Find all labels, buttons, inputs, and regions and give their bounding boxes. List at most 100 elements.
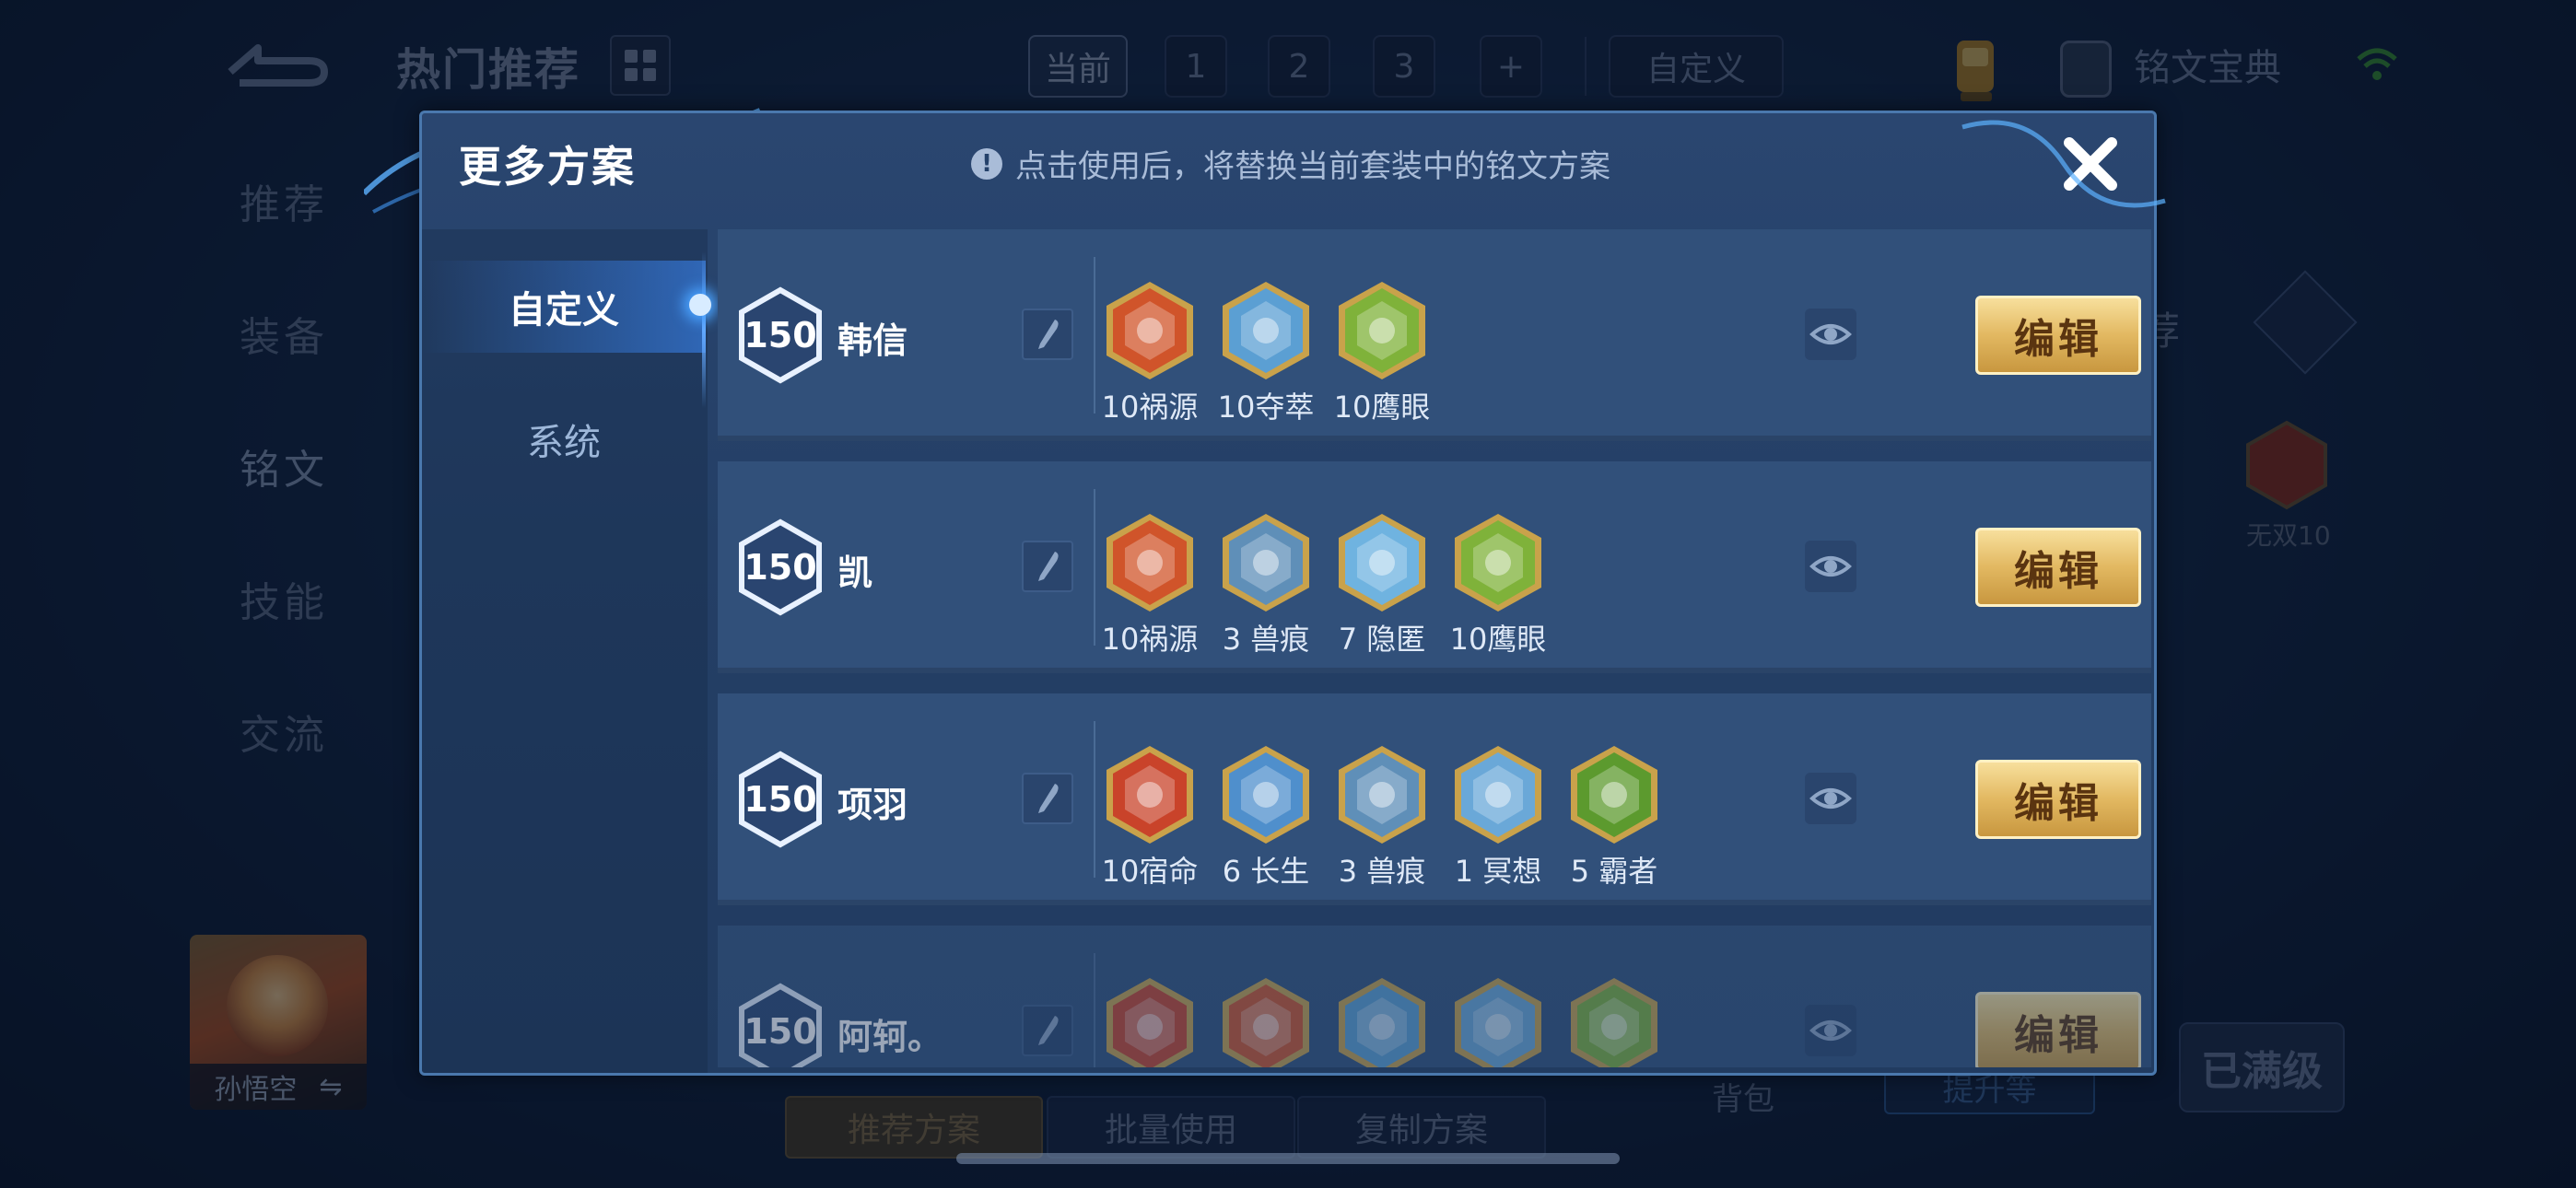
hero-portrait xyxy=(227,955,328,1056)
side-nav-item-skills[interactable]: 技能 xyxy=(240,569,328,628)
red-rune-icon[interactable] xyxy=(1219,975,1313,1067)
edit-button[interactable]: 编辑 xyxy=(1975,528,2141,607)
red-rune-icon[interactable] xyxy=(1103,511,1197,614)
close-icon xyxy=(2064,137,2117,191)
eye-icon xyxy=(1809,788,1852,809)
red-rune-icon xyxy=(1223,978,1309,1067)
eye-icon xyxy=(1809,324,1852,344)
plan-name: 项羽 xyxy=(837,785,908,825)
side-nav-item-chat[interactable]: 交流 xyxy=(240,702,328,761)
recommend-plan-button[interactable]: 推荐方案 xyxy=(785,1096,1043,1159)
plan-tab-add[interactable]: + xyxy=(1480,35,1542,98)
preview-button[interactable] xyxy=(1805,1005,1856,1056)
mascot-icon[interactable] xyxy=(1944,33,2008,107)
divider xyxy=(1585,37,1587,96)
notice-text: 点击使用后，将替换当前套装中的铭文方案 xyxy=(1015,148,1610,185)
rune-label: 10祸源 xyxy=(1101,622,1199,657)
red-rune-icon xyxy=(1107,282,1193,379)
blue-rune-icon xyxy=(1223,514,1309,611)
hero-card[interactable]: 孙悟空 ⇋ xyxy=(190,935,367,1110)
red-rune-icon xyxy=(1107,978,1193,1067)
preview-button[interactable] xyxy=(1805,541,1856,592)
blue-rune-icon[interactable] xyxy=(1219,511,1313,614)
blue-rune-icon[interactable] xyxy=(1451,975,1545,1067)
green-rune-icon xyxy=(1339,282,1425,379)
green-rune-icon[interactable] xyxy=(1567,975,1661,1067)
green-rune-icon[interactable] xyxy=(1451,511,1545,614)
hero-name: 孙悟空 xyxy=(214,1074,298,1106)
blue-rune-icon xyxy=(1223,282,1309,379)
more-plans-dialog: 更多方案 ! 点击使用后，将替换当前套装中的铭文方案 自定义 系统 150 韩信 1… xyxy=(419,111,2157,1076)
blue-rune-icon[interactable] xyxy=(1335,743,1429,846)
blue-rune-icon xyxy=(1455,978,1541,1067)
plan-tab-1[interactable]: 1 xyxy=(1165,35,1227,98)
close-button[interactable] xyxy=(2058,132,2123,196)
blue-rune-icon[interactable] xyxy=(1219,743,1313,846)
batch-use-button[interactable]: 批量使用 xyxy=(1047,1096,1295,1159)
tab-system[interactable]: 系统 xyxy=(422,393,706,485)
green-rune-icon[interactable] xyxy=(1335,279,1429,382)
home-indicator xyxy=(956,1153,1620,1164)
green-rune-icon[interactable] xyxy=(1567,743,1661,846)
rename-button[interactable] xyxy=(1022,1005,1073,1056)
plan-tab-custom[interactable]: 自定义 xyxy=(1609,35,1784,98)
rune-label: 7 隐匿 xyxy=(1338,622,1426,657)
red-rune-icon xyxy=(1107,746,1193,844)
green-rune-icon xyxy=(1455,514,1541,611)
blue-rune-icon[interactable] xyxy=(1335,511,1429,614)
blue-rune-icon xyxy=(1339,978,1425,1067)
dialog-header: 更多方案 ! 点击使用后，将替换当前套装中的铭文方案 xyxy=(422,113,2154,215)
red-rune-icon[interactable] xyxy=(1103,975,1197,1067)
blue-rune-icon[interactable] xyxy=(1335,975,1429,1067)
preview-button[interactable] xyxy=(1805,309,1856,360)
backpack-label[interactable]: 背包 xyxy=(1712,1074,1774,1119)
plan-row[interactable]: 150 韩信 10祸源 10夺萃 10鹰眼 编辑 xyxy=(718,229,2151,441)
level-value: 150 xyxy=(744,547,817,588)
back-button[interactable] xyxy=(221,35,332,90)
tab-custom[interactable]: 自定义 xyxy=(422,261,706,353)
level-value: 150 xyxy=(744,1011,817,1052)
edit-button[interactable]: 编辑 xyxy=(1975,760,2141,839)
edit-button[interactable]: 编辑 xyxy=(1975,992,2141,1067)
blue-rune-icon[interactable] xyxy=(1451,743,1545,846)
side-nav-item-runes[interactable]: 铭文 xyxy=(240,437,328,495)
green-rune-icon xyxy=(1571,978,1657,1067)
red-rune-icon[interactable] xyxy=(1103,743,1197,846)
codex-icon[interactable] xyxy=(2060,41,2112,98)
max-level-button[interactable]: 已满级 xyxy=(2179,1022,2345,1112)
swap-icon[interactable]: ⇋ xyxy=(319,1071,342,1103)
side-nav-item-recommend[interactable]: 推荐 xyxy=(240,171,328,230)
rename-button[interactable] xyxy=(1022,309,1073,360)
copy-plan-button[interactable]: 复制方案 xyxy=(1297,1096,1546,1159)
rune-label: 10夺萃 xyxy=(1217,390,1315,425)
pen-icon xyxy=(1038,1016,1059,1045)
plan-list: 150 韩信 10祸源 10夺萃 10鹰眼 编辑 150 凯 10祸源 3 兽痕 7 隐匿 10鹰眼编… xyxy=(718,229,2151,1067)
rename-button[interactable] xyxy=(1022,773,1073,824)
preview-button[interactable] xyxy=(1805,773,1856,824)
edit-button[interactable]: 编辑 xyxy=(1975,296,2141,375)
plan-row[interactable]: 150 项羽 10宿命 6 长生 3 兽痕 1 冥想 5 霸者 编辑 xyxy=(718,693,2151,905)
pen-icon xyxy=(1038,320,1059,349)
level-value: 150 xyxy=(744,315,817,355)
rune-label: 1 冥想 xyxy=(1454,854,1542,889)
eye-icon xyxy=(1809,556,1852,577)
menu-icon[interactable] xyxy=(2253,270,2358,375)
level-badge: 150 xyxy=(736,983,825,1067)
level-value: 150 xyxy=(744,779,817,820)
grid-icon[interactable] xyxy=(610,35,671,96)
level-badge: 150 xyxy=(736,286,825,384)
blue-rune-icon[interactable] xyxy=(1219,279,1313,382)
plan-tab-2[interactable]: 2 xyxy=(1268,35,1330,98)
row-divider xyxy=(1094,953,1095,1067)
plan-tab-current[interactable]: 当前 xyxy=(1028,35,1129,98)
level-badge: 150 xyxy=(736,518,825,616)
codex-label[interactable]: 铭文宝典 xyxy=(2134,28,2281,101)
plan-row[interactable]: 150 凯 10祸源 3 兽痕 7 隐匿 10鹰眼 编辑 xyxy=(718,461,2151,673)
rune-label: 10宿命 xyxy=(1101,854,1199,889)
red-rune-icon[interactable] xyxy=(1103,279,1197,382)
side-nav-item-equipment[interactable]: 装备 xyxy=(240,304,328,363)
plan-tab-3[interactable]: 3 xyxy=(1373,35,1435,98)
plan-row[interactable]: 150 阿轲。 编辑 xyxy=(718,926,2151,1067)
plan-name: 阿轲。 xyxy=(837,1017,943,1057)
rename-button[interactable] xyxy=(1022,541,1073,592)
